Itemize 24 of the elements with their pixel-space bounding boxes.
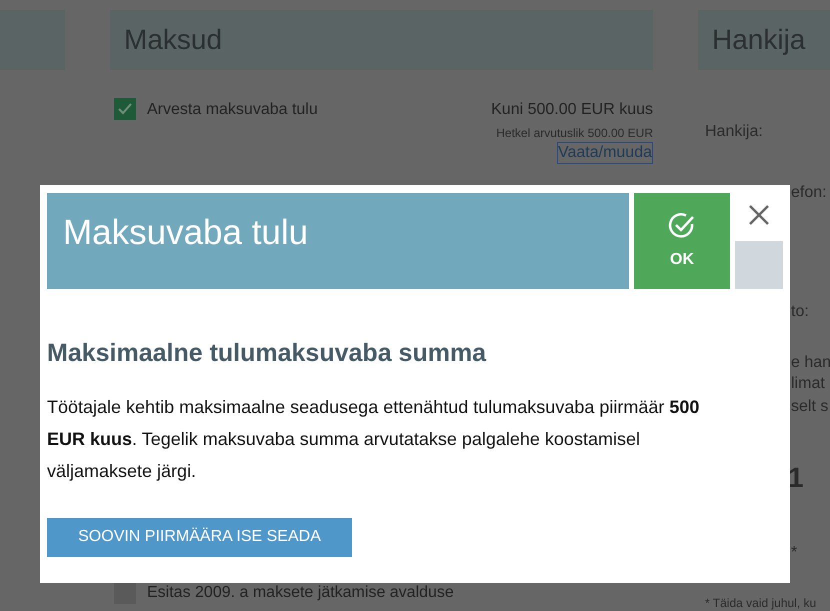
option-label: Esitas 2009. a maksete jätkamise avalduse [147,583,454,603]
close-icon [748,204,770,226]
dialog-title: Maksuvaba tulu [63,213,308,252]
text-fragment: e han [791,353,830,373]
amount-text: Kuni 500.00 EUR kuus [491,100,653,120]
set-limit-button[interactable]: SOOVIN PIIRMÄÄRA ISE SEADA [47,518,352,556]
empty-tile [735,241,783,289]
dialog-heading: Maksimaalne tulumaksuvaba summa [47,338,488,369]
check-icon [117,101,133,117]
dialog-paragraph: Töötajale kehtib maksimaalne seadusega ettenähtud tulumaksuvaba piirmäär 500 EUR kuus. Tegelik maksuvaba summa arvutatakse palgalehe koostamisel väljamaksete järgi. [47,396,700,483]
checkbox[interactable] [114,98,136,120]
text-fragment: selt s [791,397,828,417]
note-text: Hetkel arvutuslik 500.00 EUR [496,125,653,142]
text-fragment: efon: [791,183,827,203]
text-fragment: limat [791,374,825,394]
checkbox[interactable] [114,582,136,604]
view-edit-link[interactable]: Vaata/muuda [557,142,653,164]
text-fragment: to: [791,302,809,322]
option-label: Arvesta maksuvaba tulu [147,100,318,120]
text-fragment: * [791,543,798,563]
ok-button[interactable]: OK [634,193,730,289]
footnote: * Täida vaid juhul, ku [705,596,816,610]
field-label: Hankija: [705,122,763,142]
text-fragment: 1 [788,462,804,494]
